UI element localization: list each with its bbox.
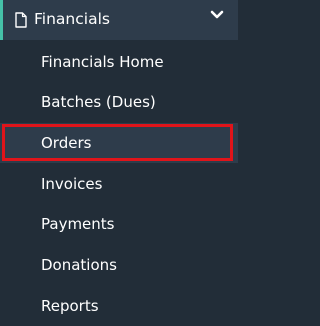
financials-sidebar: Financials Financials Home Batches (Dues… — [0, 0, 238, 325]
menu-item-invoices[interactable]: Invoices — [0, 164, 238, 204]
menu-item-label: Reports — [41, 297, 99, 315]
menu-item-reports[interactable]: Reports — [0, 286, 238, 326]
menu-item-payments[interactable]: Payments — [0, 204, 238, 244]
chevron-down-icon[interactable] — [210, 10, 224, 20]
menu-item-financials-home[interactable]: Financials Home — [0, 42, 238, 82]
financials-section-header[interactable]: Financials — [0, 0, 238, 40]
menu-item-label: Invoices — [41, 175, 103, 193]
menu-item-orders[interactable]: Orders — [0, 123, 238, 163]
document-icon — [15, 12, 27, 28]
menu-item-batches-dues[interactable]: Batches (Dues) — [0, 82, 238, 122]
financials-section-label: Financials — [34, 10, 110, 28]
menu-item-label: Batches (Dues) — [41, 93, 156, 111]
menu-item-donations[interactable]: Donations — [0, 245, 238, 285]
menu-item-label: Payments — [41, 215, 115, 233]
menu-item-label: Donations — [41, 256, 117, 274]
menu-item-label: Orders — [41, 134, 92, 152]
menu-item-label: Financials Home — [41, 53, 164, 71]
